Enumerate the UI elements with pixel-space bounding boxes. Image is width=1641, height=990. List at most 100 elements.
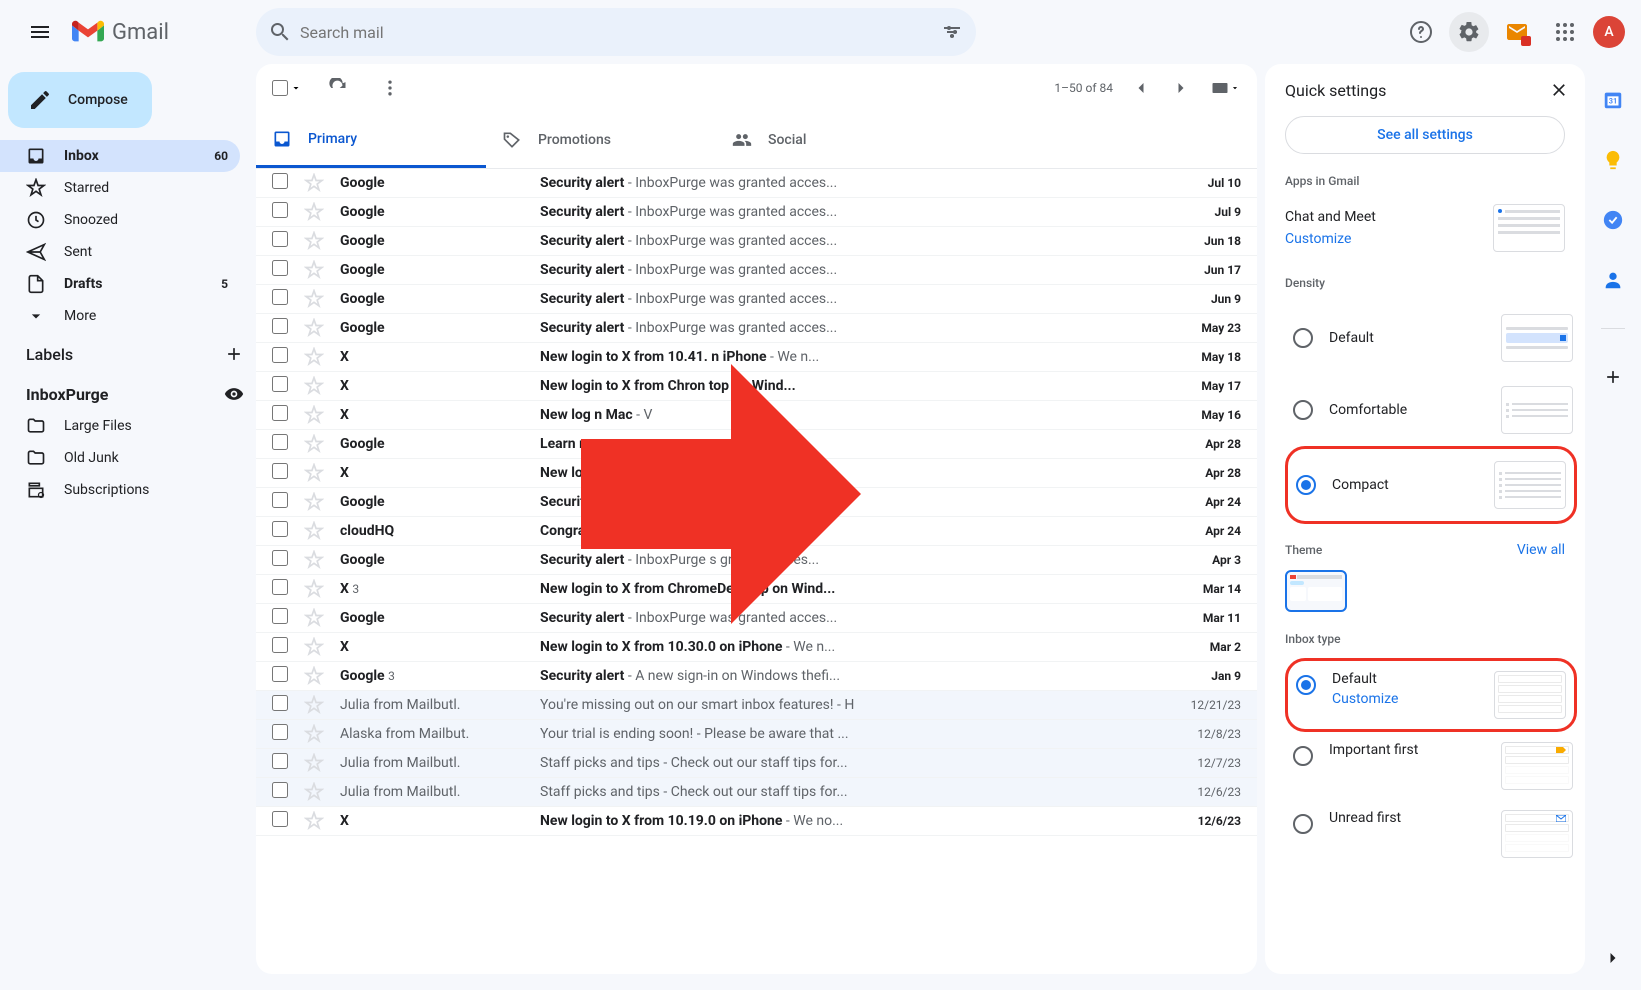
nav-snoozed[interactable]: Snoozed xyxy=(0,204,240,236)
calendar-app-button[interactable]: 31 xyxy=(1593,80,1633,120)
star-button[interactable] xyxy=(304,666,324,686)
close-icon[interactable] xyxy=(1549,80,1569,100)
email-row[interactable]: Julia from Mailbutl. You're missing out … xyxy=(256,691,1257,720)
email-row[interactable]: Google Security alert - InboxPurge was g… xyxy=(256,227,1257,256)
email-checkbox[interactable] xyxy=(272,405,288,421)
inbox-type-unread-first[interactable]: Unread first xyxy=(1285,800,1581,868)
select-all-checkbox[interactable] xyxy=(272,80,302,96)
star-button[interactable] xyxy=(304,492,324,512)
email-checkbox[interactable] xyxy=(272,782,288,798)
email-checkbox[interactable] xyxy=(272,173,288,189)
email-checkbox[interactable] xyxy=(272,347,288,363)
email-checkbox[interactable] xyxy=(272,579,288,595)
tab-promotions[interactable]: Promotions xyxy=(486,112,716,168)
star-button[interactable] xyxy=(304,550,324,570)
star-button[interactable] xyxy=(304,695,324,715)
nav-more[interactable]: More xyxy=(0,300,240,332)
email-checkbox[interactable] xyxy=(272,521,288,537)
theme-view-all-link[interactable]: View all xyxy=(1517,542,1565,558)
star-button[interactable] xyxy=(304,608,324,628)
tasks-app-button[interactable] xyxy=(1593,200,1633,240)
star-button[interactable] xyxy=(304,811,324,831)
email-checkbox[interactable] xyxy=(272,231,288,247)
search-bar[interactable] xyxy=(256,8,976,56)
density-default[interactable]: Default xyxy=(1285,302,1581,374)
notification-button[interactable] xyxy=(1497,12,1537,52)
nav-drafts[interactable]: Drafts5 xyxy=(0,268,240,300)
density-compact[interactable]: Compact xyxy=(1285,446,1577,524)
email-row[interactable]: Google 3 Security alert - A new sign-in … xyxy=(256,662,1257,691)
email-checkbox[interactable] xyxy=(272,753,288,769)
add-addon-button[interactable] xyxy=(1593,357,1633,397)
star-button[interactable] xyxy=(304,579,324,599)
star-button[interactable] xyxy=(304,173,324,193)
density-comfortable[interactable]: Comfortable xyxy=(1285,374,1581,446)
email-checkbox[interactable] xyxy=(272,289,288,305)
star-button[interactable] xyxy=(304,782,324,802)
tab-social[interactable]: Social xyxy=(716,112,946,168)
email-row[interactable]: X New login to X from 10.41. n iPhone - … xyxy=(256,343,1257,372)
email-row[interactable]: cloudHQ Congratulations! You've su lly i… xyxy=(256,517,1257,546)
email-row[interactable]: Google Security alert - InboxPurge was g… xyxy=(256,314,1257,343)
next-page-button[interactable] xyxy=(1165,72,1197,104)
plus-icon[interactable] xyxy=(224,344,244,364)
email-checkbox[interactable] xyxy=(272,666,288,682)
star-button[interactable] xyxy=(304,376,324,396)
input-tools-button[interactable] xyxy=(1209,72,1241,104)
chat-meet-customize-link[interactable]: Customize xyxy=(1285,231,1376,247)
email-row[interactable]: Google Security alert - InboxPurge was g… xyxy=(256,604,1257,633)
compose-button[interactable]: Compose xyxy=(8,72,152,128)
email-checkbox[interactable] xyxy=(272,434,288,450)
email-row[interactable]: Alaska from Mailbut. Your trial is endin… xyxy=(256,720,1257,749)
star-button[interactable] xyxy=(304,260,324,280)
email-row[interactable]: X New log ... Apr 28 xyxy=(256,459,1257,488)
support-button[interactable] xyxy=(1401,12,1441,52)
refresh-button[interactable] xyxy=(322,72,354,104)
email-checkbox[interactable] xyxy=(272,608,288,624)
email-checkbox[interactable] xyxy=(272,492,288,508)
side-panel-toggle[interactable] xyxy=(1593,938,1633,978)
inbox-type-default[interactable]: Default Customize xyxy=(1285,658,1577,732)
main-menu-button[interactable] xyxy=(16,8,64,56)
email-checkbox[interactable] xyxy=(272,376,288,392)
nav-starred[interactable]: Starred xyxy=(0,172,240,204)
email-checkbox[interactable] xyxy=(272,260,288,276)
email-row[interactable]: Julia from Mailbutl. Staff picks and tip… xyxy=(256,749,1257,778)
email-checkbox[interactable] xyxy=(272,202,288,218)
nav-subscriptions[interactable]: Subscriptions xyxy=(0,474,240,506)
email-row[interactable]: X New log n Mac - V May 16 xyxy=(256,401,1257,430)
email-row[interactable]: Google Learn m erv... Apr 28 xyxy=(256,430,1257,459)
email-checkbox[interactable] xyxy=(272,811,288,827)
more-options-button[interactable] xyxy=(374,72,406,104)
star-button[interactable] xyxy=(304,724,324,744)
email-row[interactable]: X New login to X from 10.30.0 on iPhone … xyxy=(256,633,1257,662)
nav-old-junk[interactable]: Old Junk xyxy=(0,442,240,474)
nav-inboxpurge-header[interactable]: InboxPurge xyxy=(0,372,256,410)
email-row[interactable]: Julia from Mailbutl. Staff picks and tip… xyxy=(256,778,1257,807)
star-button[interactable] xyxy=(304,202,324,222)
email-checkbox[interactable] xyxy=(272,318,288,334)
email-checkbox[interactable] xyxy=(272,637,288,653)
email-row[interactable]: Google Security alert - InboxPurge was g… xyxy=(256,169,1257,198)
star-button[interactable] xyxy=(304,463,324,483)
email-row[interactable]: Google Security alert - InboxPurge s gra… xyxy=(256,546,1257,575)
inbox-type-important-first[interactable]: Important first xyxy=(1285,732,1581,800)
prev-page-button[interactable] xyxy=(1125,72,1157,104)
email-checkbox[interactable] xyxy=(272,695,288,711)
nav-inbox[interactable]: Inbox60 xyxy=(0,140,240,172)
email-row[interactable]: Google Security acces... Apr 24 xyxy=(256,488,1257,517)
star-button[interactable] xyxy=(304,347,324,367)
settings-button[interactable] xyxy=(1449,12,1489,52)
see-all-settings-button[interactable]: See all settings xyxy=(1285,116,1565,154)
email-row[interactable]: X New login to X from 10.19.0 on iPhone … xyxy=(256,807,1257,836)
search-options-icon[interactable] xyxy=(940,20,964,44)
nav-sent[interactable]: Sent xyxy=(0,236,240,268)
email-checkbox[interactable] xyxy=(272,724,288,740)
star-button[interactable] xyxy=(304,289,324,309)
email-row[interactable]: X 3 New login to X from ChromeDesktop on… xyxy=(256,575,1257,604)
star-button[interactable] xyxy=(304,405,324,425)
nav-large-files[interactable]: Large Files xyxy=(0,410,240,442)
contacts-app-button[interactable] xyxy=(1593,260,1633,300)
star-button[interactable] xyxy=(304,434,324,454)
email-checkbox[interactable] xyxy=(272,463,288,479)
